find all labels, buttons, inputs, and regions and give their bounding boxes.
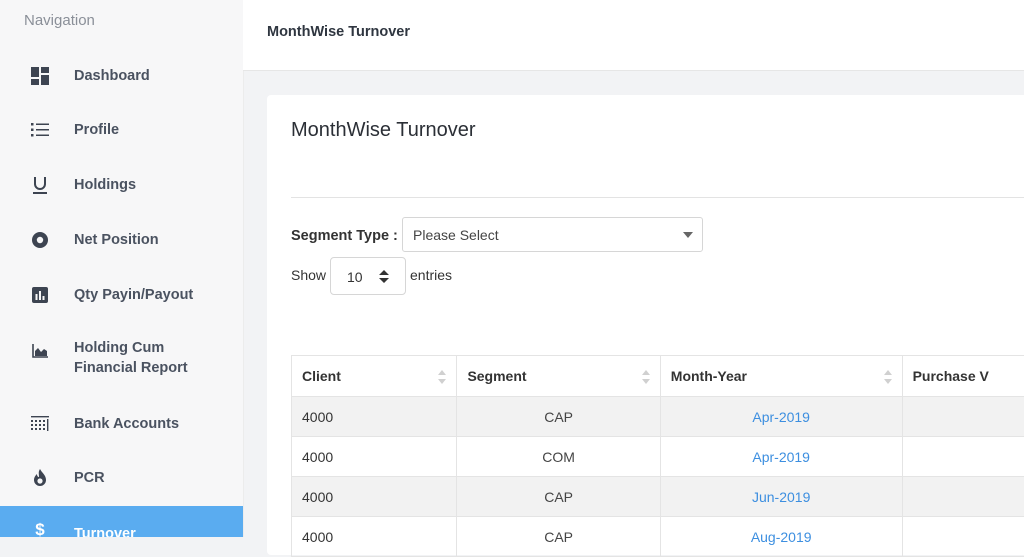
segment-cell: COM: [457, 437, 660, 477]
header-title: MonthWise Turnover: [267, 24, 410, 40]
ledger-icon: [30, 414, 50, 434]
sort-updown-icon: [379, 270, 389, 283]
caret-down-icon: [683, 232, 693, 238]
client-cell: 4000: [292, 437, 457, 477]
table-row: 4000 CAP Jun-2019: [292, 477, 1024, 517]
client-cell: 4000: [292, 397, 457, 437]
sidebar-item-label: Dashboard: [74, 66, 150, 86]
underline-u-icon: [30, 175, 50, 195]
sidebar-item-label: PCR: [74, 468, 105, 488]
column-header-segment[interactable]: Segment: [457, 356, 660, 397]
table-row: 4000 COM Apr-2019: [292, 437, 1024, 477]
sidebar-item-label: Net Position: [74, 230, 159, 250]
purchase-value-cell: [902, 437, 1024, 477]
sidebar-item-label: Bank Accounts: [74, 414, 179, 434]
purchase-value-cell: [902, 477, 1024, 517]
column-header-client[interactable]: Client: [292, 356, 457, 397]
month-year-link[interactable]: Apr-2019: [660, 397, 902, 437]
sort-icon: [884, 370, 892, 384]
sidebar-item-qty-payin-payout[interactable]: Qty Payin/Payout: [0, 279, 243, 311]
sidebar: Navigation Dashboard Profile Holdings Ne…: [0, 0, 244, 537]
segment-type-label: Segment Type :: [291, 228, 398, 244]
column-header-month-year[interactable]: Month-Year: [660, 356, 902, 397]
list-icon: [30, 120, 50, 140]
purchase-value-cell: [902, 397, 1024, 437]
sort-icon: [438, 370, 446, 384]
sidebar-item-holdings[interactable]: Holdings: [0, 169, 243, 201]
segment-cell: CAP: [457, 397, 660, 437]
sidebar-item-label: Holding Cum Financial Report: [74, 338, 188, 378]
content-card: MonthWise Turnover Segment Type : Please…: [267, 95, 1024, 555]
segment-type-select[interactable]: Please Select: [402, 217, 703, 252]
record-circle-icon: [30, 230, 50, 250]
sidebar-item-dashboard[interactable]: Dashboard: [0, 60, 243, 92]
divider: [291, 197, 1024, 198]
sidebar-item-label: Holdings: [74, 175, 136, 195]
sidebar-item-net-position[interactable]: Net Position: [0, 224, 243, 256]
sidebar-item-pcr[interactable]: PCR: [0, 462, 243, 494]
sidebar-item-label: Profile: [74, 120, 119, 140]
table-header-row: Client Segment Month-Year Purchase V: [292, 356, 1024, 397]
show-label: Show: [291, 267, 326, 283]
entries-value: 10: [347, 269, 363, 285]
client-cell: 4000: [292, 477, 457, 517]
bar-chart-icon: [30, 285, 50, 305]
sidebar-item-turnover[interactable]: $ Turnover: [0, 506, 243, 537]
column-header-purchase-value[interactable]: Purchase V: [902, 356, 1024, 397]
sidebar-item-profile[interactable]: Profile: [0, 114, 243, 146]
month-year-link[interactable]: Apr-2019: [660, 437, 902, 477]
segment-cell: CAP: [457, 477, 660, 517]
entries-per-page-select[interactable]: 10: [330, 257, 406, 295]
area-chart-icon: [30, 341, 50, 361]
sidebar-item-label: Qty Payin/Payout: [74, 285, 193, 305]
sort-icon: [642, 370, 650, 384]
flame-icon: [30, 468, 50, 488]
dashboard-icon: [30, 66, 50, 86]
segment-type-value: Please Select: [413, 227, 499, 243]
sidebar-item-bank-accounts[interactable]: Bank Accounts: [0, 408, 243, 440]
sidebar-item-holding-cum-financial-report[interactable]: Holding Cum Financial Report: [0, 338, 243, 382]
nav-heading: Navigation: [24, 12, 95, 29]
turnover-table: Client Segment Month-Year Purchase V 400…: [291, 355, 1024, 557]
dollar-icon: $: [30, 520, 50, 537]
sidebar-item-label: Turnover: [74, 524, 136, 537]
entries-label: entries: [410, 267, 452, 283]
month-year-link[interactable]: Jun-2019: [660, 477, 902, 517]
header-bar: MonthWise Turnover: [243, 0, 1024, 71]
table-row: 4000 CAP Apr-2019: [292, 397, 1024, 437]
page-title: MonthWise Turnover: [291, 119, 476, 142]
